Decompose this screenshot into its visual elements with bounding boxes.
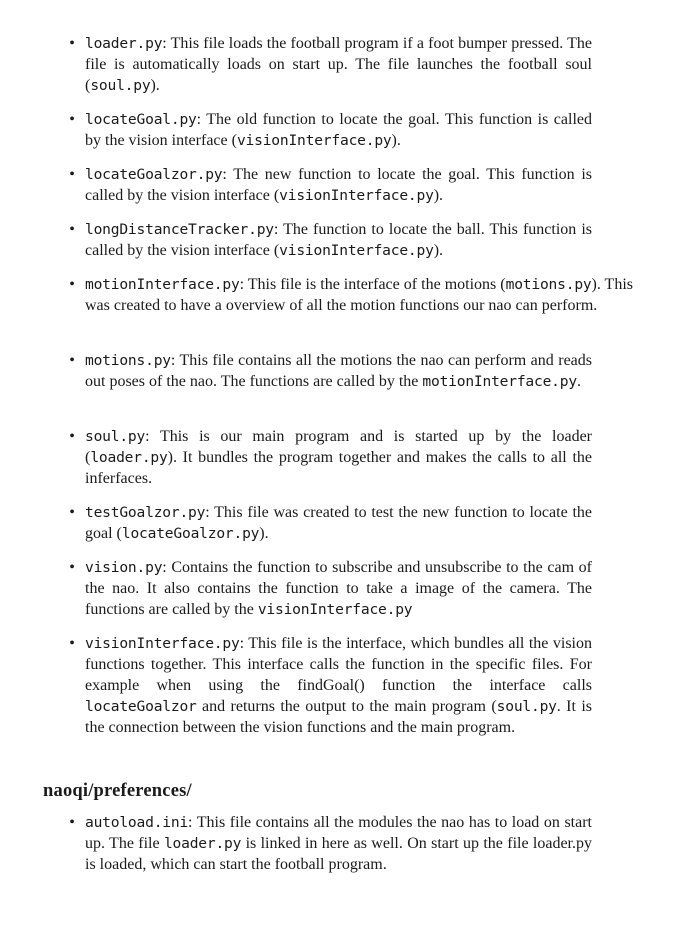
- code-filename: soul.py: [90, 77, 151, 94]
- code-filename: soul.py: [496, 698, 557, 715]
- code-filename: locateGoalzor.py: [85, 166, 223, 183]
- description-text: .: [576, 373, 581, 390]
- section-heading: naoqi/preferences/: [43, 781, 192, 801]
- bullet: •: [69, 111, 75, 128]
- list-item-autoload: • autoload.ini: This file contains all t…: [69, 812, 592, 875]
- bullet: •: [69, 504, 75, 521]
- description-text: ).: [259, 525, 269, 542]
- code-filename: visionInterface.py: [236, 132, 392, 149]
- description-text: : This file is the interface of the moti…: [239, 276, 506, 293]
- code-filename: locateGoalzor: [85, 698, 197, 715]
- description-text: and returns the output to the main progr…: [196, 698, 497, 715]
- code-filename: visionInterface.py: [85, 635, 240, 652]
- code-filename: locateGoalzor.py: [121, 525, 260, 542]
- bullet: •: [69, 35, 75, 52]
- bullet: •: [69, 166, 75, 183]
- list-item-locategoalzor: • locateGoalzor.py: The new function to …: [69, 164, 592, 206]
- description-text: ).: [150, 77, 160, 94]
- code-filename: longDistanceTracker.py: [85, 221, 274, 238]
- bullet: •: [69, 814, 75, 831]
- description-text: ).: [391, 132, 401, 149]
- code-filename: vision.py: [85, 559, 163, 576]
- list-item-motions: • motions.py: This file contains all the…: [69, 350, 592, 392]
- code-filename: visionInterface.py: [257, 601, 413, 618]
- code-filename: loader.py: [163, 835, 242, 852]
- code-filename: testGoalzor.py: [85, 504, 206, 521]
- code-filename: motions.py: [505, 276, 592, 293]
- description-text: : This file loads the football program i…: [85, 35, 592, 94]
- list-item-loader: • loader.py: This file loads the footbal…: [69, 33, 592, 96]
- document-page: • loader.py: This file loads the footbal…: [0, 0, 682, 938]
- description-text: ).: [433, 242, 444, 259]
- bullet: •: [69, 559, 75, 576]
- description-text: ).: [433, 187, 444, 204]
- bullet: •: [69, 276, 75, 293]
- code-filename: visionInterface.py: [279, 187, 434, 204]
- bullet: •: [69, 352, 75, 369]
- bullet: •: [69, 428, 75, 445]
- list-item-testgoalzor: • testGoalzor.py: This file was created …: [69, 502, 592, 544]
- list-item-longdistancetracker: • longDistanceTracker.py: The function t…: [69, 219, 592, 261]
- bullet: •: [69, 221, 75, 238]
- code-filename: motionInterface.py: [85, 276, 240, 293]
- code-filename: locateGoal.py: [85, 111, 197, 128]
- code-filename: loader.py: [90, 449, 168, 466]
- code-filename: motionInterface.py: [422, 373, 577, 390]
- list-item-visioninterface: • visionInterface.py: This file is the i…: [69, 633, 592, 738]
- list-item-motioninterface: • motionInterface.py: This file is the i…: [69, 274, 633, 316]
- code-filename: soul.py: [85, 428, 146, 445]
- list-item-soul: • soul.py: This is our main program and …: [69, 426, 592, 489]
- list-item-vision: • vision.py: Contains the function to su…: [69, 557, 592, 620]
- code-filename: loader.py: [85, 35, 163, 52]
- list-item-locategoal: • locateGoal.py: The old function to loc…: [69, 109, 592, 151]
- bullet: •: [69, 635, 75, 652]
- code-filename: visionInterface.py: [279, 242, 434, 259]
- code-filename: motions.py: [85, 352, 171, 369]
- code-filename: autoload.ini: [85, 814, 189, 831]
